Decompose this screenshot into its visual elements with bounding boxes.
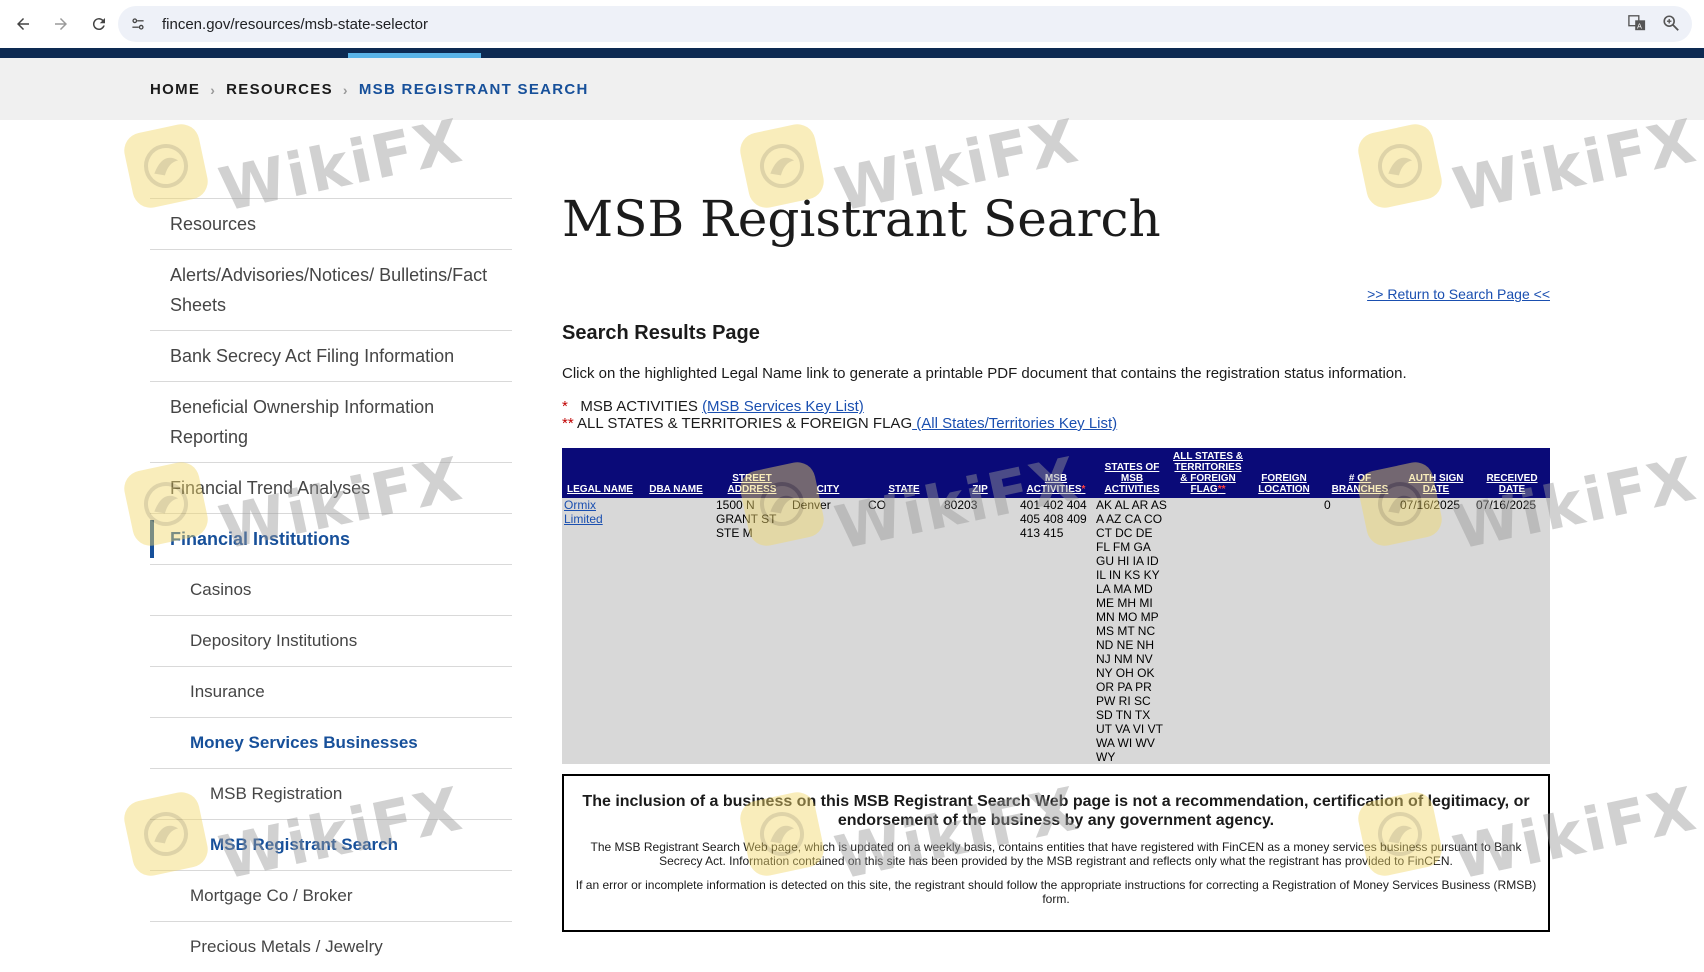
col-header-auth-sign-date[interactable]: AUTH SIGN DATE [1398,448,1474,498]
sidebar-item-alerts[interactable]: Alerts/Advisories/Notices/ Bulletins/Fac… [150,249,512,330]
sidebar-item-insurance[interactable]: Insurance [150,666,512,717]
sidebar-item-financial-trend[interactable]: Financial Trend Analyses [150,462,512,513]
watermark: WikiFX [1354,106,1703,226]
cell-auth-sign-date: 07/16/2025 [1398,498,1474,764]
breadcrumb-bar: HOME › RESOURCES › MSB REGISTRANT SEARCH [0,58,1704,120]
cell-states-of-activities: AK AL AR AS A AZ CA CO CT DC DE FL FM GA… [1094,498,1170,764]
sidebar-item-mortgage[interactable]: Mortgage Co / Broker [150,870,512,921]
cell-received-date: 07/16/2025 [1474,498,1550,764]
header-star: ** [1217,484,1226,495]
header-star: * [1081,484,1086,495]
col-header-all-states[interactable]: ALL STATES & TERRITORIES & FOREIGN FLAG*… [1170,448,1246,498]
all-states-key: ** ALL STATES & TERRITORIES & FOREIGN FL… [562,415,1117,432]
zoom-icon[interactable] [1662,14,1680,32]
key-label: MSB ACTIVITIES [580,398,698,415]
disclaimer-paragraph: The MSB Registrant Search Web page, whic… [590,840,1522,868]
sidebar-item-msb-registrant-search[interactable]: MSB Registrant Search [150,819,512,870]
cell-state: CO [866,498,942,764]
msb-services-key-link[interactable]: (MSB Services Key List) [702,398,864,415]
results-heading: Search Results Page [562,322,760,344]
col-header-received-date[interactable]: RECEIVED DATE [1474,448,1550,498]
sidebar-item-precious-metals[interactable]: Precious Metals / Jewelry [150,921,512,972]
col-header-street-address[interactable]: STREET ADDRESS [714,448,790,498]
cell-zip: 80203 [942,498,1018,764]
sidebar-nav: Resources Alerts/Advisories/Notices/ Bul… [150,198,512,972]
cell-dba-name [638,498,714,764]
site-header-bar [0,48,1704,58]
table-header-row: LEGAL NAME DBA NAME STREET ADDRESS CITY … [562,448,1550,498]
site-settings-icon[interactable] [128,14,148,34]
required-star: ** [562,415,574,432]
col-header-city[interactable]: CITY [790,448,866,498]
table-row: Ormix Limited 1500 N GRANT ST STE M Denv… [562,498,1550,764]
col-header-zip[interactable]: ZIP [942,448,1018,498]
sidebar-item-casinos[interactable]: Casinos [150,564,512,615]
sidebar-item-msb-registration[interactable]: MSB Registration [150,768,512,819]
browser-toolbar: fincen.gov/resources/msb-state-selector … [0,0,1704,48]
disclaimer-paragraph: If an error or incomplete information is… [575,878,1537,906]
reload-button[interactable] [82,7,116,41]
cell-city: Denver [790,498,866,764]
col-header-dba-name[interactable]: DBA NAME [638,448,714,498]
arrow-left-icon [17,18,29,30]
cell-branches: 0 [1322,498,1398,764]
chevron-right-icon: › [210,81,217,98]
col-header-msb-activities[interactable]: MSB ACTIVITIES* [1018,448,1094,498]
col-header-foreign-location[interactable]: FOREIGN LOCATION [1246,448,1322,498]
sidebar-item-msb[interactable]: Money Services Businesses [150,717,512,768]
watermark-text: WikiFX [1447,106,1704,226]
cell-street-address: 1500 N GRANT ST STE M [714,498,790,764]
header-label: ALL STATES & TERRITORIES & FOREIGN FLAG [1173,451,1243,495]
sidebar-item-depository[interactable]: Depository Institutions [150,615,512,666]
chevron-right-icon: › [342,81,349,98]
legal-name-link[interactable]: Ormix Limited [564,498,603,526]
col-header-legal-name[interactable]: LEGAL NAME [562,448,638,498]
back-button[interactable] [6,7,40,41]
key-label: ALL STATES & TERRITORIES & FOREIGN FLAG [577,415,913,432]
wikifx-logo-icon [1354,120,1446,212]
reload-icon [92,18,105,31]
msb-activities-key: * MSB ACTIVITIES (MSB Services Key List) [562,398,864,415]
sidebar-item-resources[interactable]: Resources [150,198,512,249]
col-header-branches[interactable]: # OF BRANCHES [1322,448,1398,498]
cell-msb-activities: 401 402 404 405 408 409 413 415 [1018,498,1094,764]
forward-button[interactable] [44,7,78,41]
breadcrumb: HOME › RESOURCES › MSB REGISTRANT SEARCH [150,81,589,98]
page-title: MSB Registrant Search [562,190,1161,248]
sidebar-item-financial-institutions[interactable]: Financial Institutions [150,513,512,564]
arrow-right-icon [55,18,67,30]
breadcrumb-current: MSB REGISTRANT SEARCH [358,81,589,98]
required-star: * [562,398,568,415]
instruction-text: Click on the highlighted Legal Name link… [562,365,1407,382]
breadcrumb-home[interactable]: HOME [150,81,200,98]
cell-legal-name: Ormix Limited [562,498,638,764]
results-table: LEGAL NAME DBA NAME STREET ADDRESS CITY … [562,448,1550,764]
translate-icon[interactable]: A [1628,14,1646,32]
col-header-states-of-activities[interactable]: STATES OF MSB ACTIVITIES [1094,448,1170,498]
col-header-state[interactable]: STATE [866,448,942,498]
cell-all-states [1170,498,1246,764]
header-label: MSB ACTIVITIES [1026,473,1082,495]
disclaimer-box: The inclusion of a business on this MSB … [562,774,1550,932]
url-text[interactable]: fincen.gov/resources/msb-state-selector [162,16,428,33]
breadcrumb-resources[interactable]: RESOURCES [226,81,333,98]
address-bar[interactable]: fincen.gov/resources/msb-state-selector … [118,6,1692,42]
cell-foreign-location [1246,498,1322,764]
sidebar-item-bsa-filing[interactable]: Bank Secrecy Act Filing Information [150,330,512,381]
svg-text:A: A [1637,21,1642,30]
return-to-search-link[interactable]: >> Return to Search Page << [1367,286,1550,302]
all-states-key-link[interactable]: (All States/Territories Key List) [912,415,1117,432]
watermark: WikiFX [120,106,469,226]
disclaimer-heading: The inclusion of a business on this MSB … [582,793,1530,829]
sidebar-item-beneficial-ownership[interactable]: Beneficial Ownership Information Reporti… [150,381,512,462]
